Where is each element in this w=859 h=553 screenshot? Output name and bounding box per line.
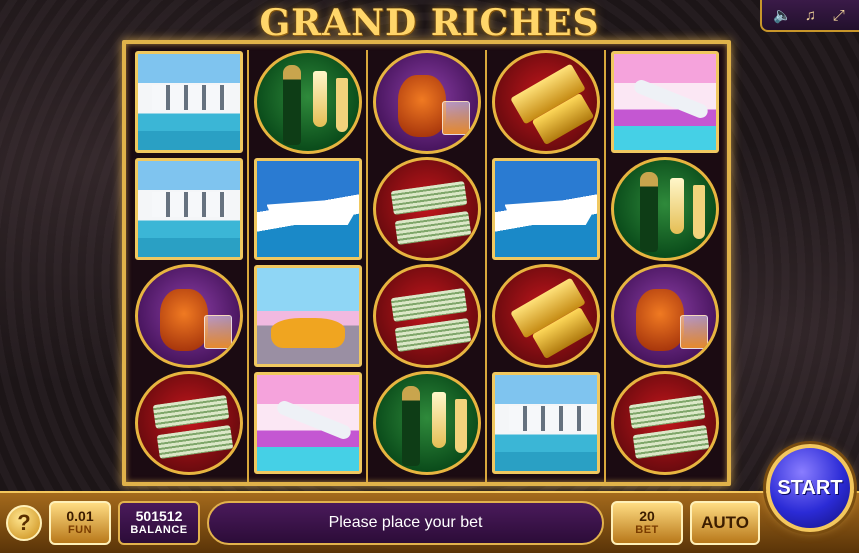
bet-label: BET — [635, 524, 659, 536]
reel-cell — [372, 50, 481, 154]
jet-symbol-icon — [253, 372, 362, 474]
auto-button[interactable]: AUTO — [690, 501, 760, 545]
balance-label: BALANCE — [130, 524, 188, 536]
reel-cell — [610, 371, 719, 475]
money-symbol-icon — [134, 371, 243, 475]
gold-symbol-icon — [491, 50, 600, 154]
bet-selector[interactable]: 20 BET — [611, 501, 683, 545]
bet-value: 20 — [639, 508, 655, 524]
reels-grid — [130, 50, 723, 482]
reel-1 — [130, 50, 249, 482]
help-button[interactable]: ? — [6, 505, 42, 541]
reel-cell — [134, 371, 243, 475]
jet-symbol-icon — [610, 51, 719, 153]
villa-symbol-icon — [491, 372, 600, 474]
reel-cell — [372, 371, 481, 475]
reel-4 — [487, 50, 606, 482]
start-button[interactable]: START — [766, 444, 854, 532]
villa-symbol-icon — [134, 158, 243, 260]
sound-controls: 🔈 ♫ ⤢ — [760, 0, 859, 32]
coin-value: 0.01 — [66, 508, 94, 524]
reel-cell — [491, 264, 600, 368]
coin-value-selector[interactable]: 0.01 FUN — [49, 501, 111, 545]
status-message: Please place your bet — [207, 501, 604, 545]
reel-cell — [491, 50, 600, 154]
reel-cell — [253, 50, 362, 154]
reel-cell — [253, 371, 362, 475]
gold-symbol-icon — [491, 264, 600, 368]
champagne-symbol-icon — [372, 371, 481, 475]
cognac-symbol-icon — [372, 50, 481, 154]
reel-2 — [249, 50, 368, 482]
control-bar: ? 0.01 FUN 501512 BALANCE Please place y… — [0, 491, 859, 553]
reel-cell — [610, 50, 719, 154]
yacht-symbol-icon — [253, 158, 362, 260]
car-symbol-icon — [253, 265, 362, 367]
villa-symbol-icon — [134, 51, 243, 153]
cognac-symbol-icon — [610, 264, 719, 368]
money-symbol-icon — [610, 371, 719, 475]
reel-cell — [134, 157, 243, 261]
money-symbol-icon — [372, 157, 481, 261]
reel-cell — [253, 264, 362, 368]
yacht-symbol-icon — [491, 158, 600, 260]
champagne-symbol-icon — [253, 50, 362, 154]
reel-cell — [491, 371, 600, 475]
game-logo-title: GRAND RICHES — [259, 2, 600, 44]
reel-cell — [253, 157, 362, 261]
money-symbol-icon — [372, 264, 481, 368]
reel-cell — [610, 157, 719, 261]
reel-cell — [610, 264, 719, 368]
reel-cell — [491, 157, 600, 261]
reel-5 — [606, 50, 723, 482]
reel-3 — [368, 50, 487, 482]
music-note-icon[interactable]: ♫ — [801, 7, 819, 24]
reel-cell — [372, 157, 481, 261]
coin-label: FUN — [67, 524, 93, 536]
reel-frame — [122, 40, 731, 486]
fullscreen-icon[interactable]: ⤢ — [830, 7, 848, 24]
reel-cell — [134, 264, 243, 368]
balance-display: 501512 BALANCE — [118, 501, 200, 545]
reel-cell — [372, 264, 481, 368]
cognac-symbol-icon — [134, 264, 243, 368]
speaker-icon[interactable]: 🔈 — [773, 6, 792, 24]
balance-value: 501512 — [135, 508, 183, 524]
champagne-symbol-icon — [610, 157, 719, 261]
reel-cell — [134, 50, 243, 154]
